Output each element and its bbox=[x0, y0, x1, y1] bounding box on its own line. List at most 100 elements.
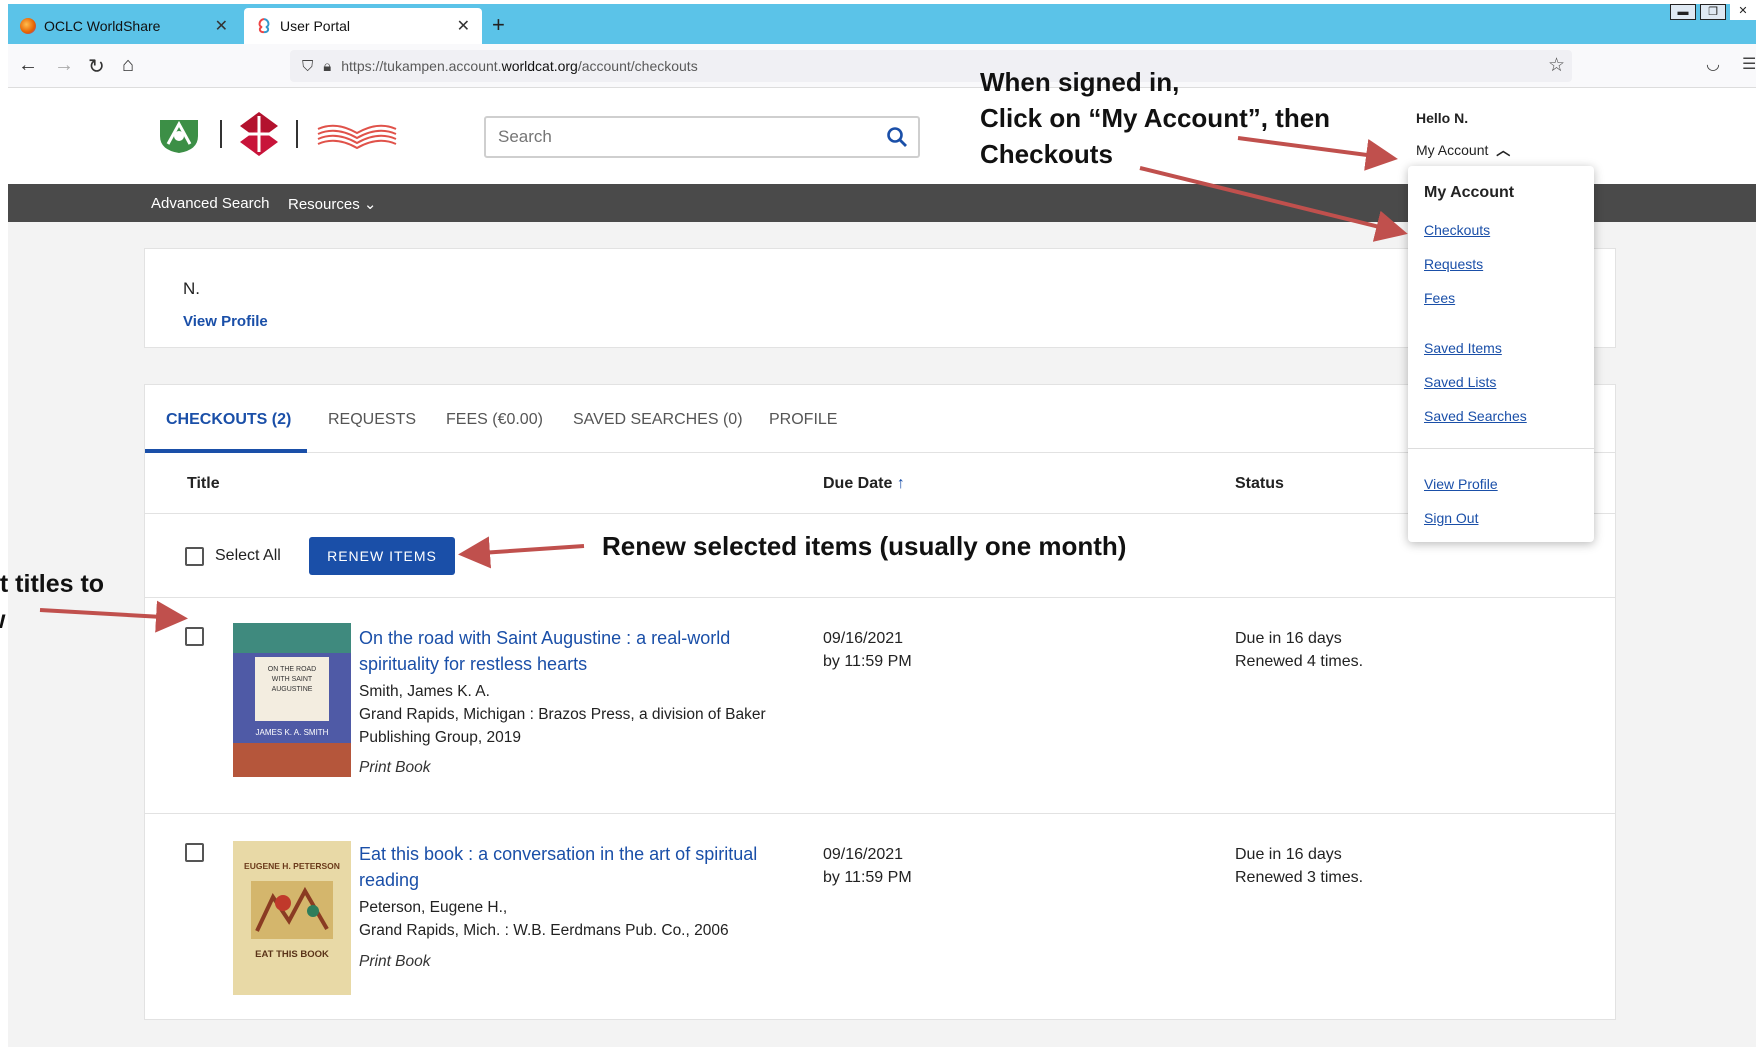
reload-icon[interactable]: ↻ bbox=[88, 54, 105, 79]
divider bbox=[145, 813, 1615, 814]
browser-navigation-bar: ← → ↻ ⌂ ⛉ 🔒︎ https://tukampen.account. wo… bbox=[8, 44, 1756, 88]
item-status-renewed: Renewed 3 times. bbox=[1235, 869, 1364, 886]
cover-title-line: AUGUSTINE bbox=[272, 686, 313, 693]
tab-label: OCLC WorldShare bbox=[44, 18, 161, 34]
church-logo-icon bbox=[240, 112, 278, 156]
item-due-date: 09/16/2021 bbox=[823, 846, 904, 863]
item-status-renewed: Renewed 4 times. bbox=[1235, 653, 1364, 670]
firefox-icon bbox=[20, 18, 36, 34]
close-window-icon[interactable]: ✕ bbox=[1730, 4, 1756, 20]
divider bbox=[145, 513, 1615, 514]
dropdown-link-checkouts[interactable]: Checkouts bbox=[1424, 222, 1490, 238]
item-status-due: Due in 16 days bbox=[1235, 846, 1342, 863]
forward-arrow-icon[interactable]: → bbox=[54, 54, 74, 77]
item-title-link[interactable]: On the road with Saint Augustine : a rea… bbox=[359, 625, 769, 677]
restore-icon[interactable]: ❐ bbox=[1700, 4, 1726, 20]
cover-title-line: ON THE ROAD bbox=[268, 666, 317, 673]
tab-label: User Portal bbox=[280, 18, 351, 34]
select-all-label: Select All bbox=[215, 547, 281, 564]
column-header-due-date[interactable]: Due Date ↑ bbox=[823, 475, 905, 493]
dropdown-link-fees[interactable]: Fees bbox=[1424, 290, 1455, 306]
annotation-line: Click on “My Account”, then bbox=[980, 103, 1331, 133]
lock-icon[interactable]: 🔒︎ bbox=[323, 58, 331, 75]
divider bbox=[1408, 448, 1594, 449]
search-input[interactable] bbox=[486, 118, 866, 156]
url-path: /account/checkouts bbox=[577, 58, 698, 74]
divider bbox=[296, 120, 298, 148]
tab-checkouts[interactable]: CHECKOUTS (2) bbox=[166, 411, 291, 429]
annotation-renew: Renew selected items (usually one month) bbox=[602, 531, 1127, 561]
resources-label: Resources bbox=[288, 196, 360, 213]
item-format: Print Book bbox=[359, 759, 431, 776]
bookmark-star-icon[interactable]: ☆ bbox=[1548, 54, 1565, 77]
item-due-time: by 11:59 PM bbox=[823, 653, 912, 670]
select-all-checkbox[interactable] bbox=[185, 547, 204, 566]
book-cover-augustine[interactable]: ON THE ROAD WITH SAINT AUGUSTINE JAMES K… bbox=[233, 623, 351, 777]
cover-title-line: EAT THIS BOOK bbox=[255, 949, 329, 960]
greeting: Hello N. bbox=[1416, 110, 1469, 126]
university-logo-icon bbox=[160, 120, 198, 153]
search-box[interactable] bbox=[484, 116, 920, 158]
close-tab-icon[interactable]: ✕ bbox=[457, 16, 470, 36]
library-logos[interactable] bbox=[156, 112, 398, 156]
back-arrow-icon[interactable]: ← bbox=[18, 54, 38, 77]
item-title-link[interactable]: Eat this book : a conversation in the ar… bbox=[359, 841, 769, 893]
annotation-select-titles: ct titles to w bbox=[0, 566, 104, 638]
tab-saved-searches[interactable]: SAVED SEARCHES (0) bbox=[573, 411, 743, 429]
url-bar[interactable]: ⛉ 🔒︎ https://tukampen.account. worldcat.o… bbox=[290, 50, 1572, 82]
annotation-signed-in: When signed in, Click on “My Account”, t… bbox=[980, 64, 1330, 172]
item-publisher: Grand Rapids, Mich. : W.B. Eerdmans Pub.… bbox=[359, 922, 729, 939]
cover-author: EUGENE H. PETERSON bbox=[244, 861, 340, 871]
checkouts-card: CHECKOUTS (2) REQUESTS FEES (€0.00) SAVE… bbox=[144, 384, 1616, 1020]
annotation-line: ct titles to bbox=[0, 570, 105, 598]
home-icon[interactable]: ⌂ bbox=[122, 54, 134, 77]
url-prefix: https://tukampen.account. bbox=[341, 58, 502, 74]
dropdown-heading: My Account bbox=[1424, 184, 1515, 201]
item-author: Smith, James K. A. bbox=[359, 683, 490, 700]
new-tab-button[interactable]: + bbox=[492, 12, 505, 38]
chevron-down-icon: ⌄ bbox=[363, 196, 377, 213]
item-checkbox[interactable] bbox=[185, 843, 204, 862]
column-header-status[interactable]: Status bbox=[1235, 475, 1284, 493]
book-logo-icon bbox=[317, 124, 397, 149]
pocket-icon[interactable]: ◡ bbox=[1706, 54, 1720, 74]
tab-user-portal[interactable]: User Portal ✕ bbox=[244, 8, 482, 44]
tab-fees[interactable]: FEES (€0.00) bbox=[446, 411, 543, 429]
dropdown-link-saved-searches[interactable]: Saved Searches bbox=[1424, 408, 1527, 424]
advanced-search-link[interactable]: Advanced Search bbox=[151, 195, 269, 212]
tab-oclc-worldshare[interactable]: OCLC WorldShare ✕ bbox=[8, 8, 240, 44]
patron-name: N. bbox=[183, 279, 200, 298]
profile-card: N. View Profile bbox=[144, 248, 1616, 348]
my-account-toggle[interactable]: My Account ︿ bbox=[1416, 140, 1510, 160]
item-due-date: 09/16/2021 bbox=[823, 630, 904, 647]
window-controls: ▬ ❐ ✕ bbox=[1666, 4, 1756, 20]
annotation-line: w bbox=[0, 602, 104, 638]
dropdown-link-requests[interactable]: Requests bbox=[1424, 256, 1483, 272]
url-domain: worldcat.org bbox=[501, 58, 578, 74]
view-profile-link[interactable]: View Profile bbox=[183, 313, 268, 330]
book-cover-eat-this-book[interactable]: EUGENE H. PETERSON EAT THIS BOOK bbox=[233, 841, 351, 995]
dropdown-link-view-profile[interactable]: View Profile bbox=[1424, 476, 1498, 492]
column-header-title[interactable]: Title bbox=[187, 475, 220, 493]
chevron-up-icon: ︿ bbox=[1496, 142, 1511, 158]
dropdown-link-saved-lists[interactable]: Saved Lists bbox=[1424, 374, 1496, 390]
dropdown-link-saved-items[interactable]: Saved Items bbox=[1424, 340, 1502, 356]
divider bbox=[145, 597, 1615, 598]
renew-items-button[interactable]: RENEW ITEMS bbox=[309, 537, 455, 575]
dropdown-link-sign-out[interactable]: Sign Out bbox=[1424, 510, 1478, 526]
tab-profile[interactable]: PROFILE bbox=[769, 411, 837, 429]
my-account-dropdown: My Account Checkouts Requests Fees Saved… bbox=[1408, 166, 1594, 542]
shield-icon[interactable]: ⛉ bbox=[302, 58, 313, 75]
item-checkbox[interactable] bbox=[185, 627, 204, 646]
oclc-logo-icon bbox=[258, 18, 270, 34]
close-tab-icon[interactable]: ✕ bbox=[215, 16, 228, 36]
resources-menu[interactable]: Resources ⌄ bbox=[288, 195, 376, 213]
minimize-icon[interactable]: ▬ bbox=[1670, 4, 1696, 20]
hamburger-menu-icon[interactable]: ☰ bbox=[1742, 54, 1756, 74]
item-author: Peterson, Eugene H., bbox=[359, 899, 508, 916]
tab-requests[interactable]: REQUESTS bbox=[328, 411, 416, 429]
due-date-label: Due Date bbox=[823, 475, 893, 492]
search-icon[interactable] bbox=[886, 126, 908, 148]
item-due-time: by 11:59 PM bbox=[823, 869, 912, 886]
annotation-line: Checkouts bbox=[980, 139, 1113, 169]
